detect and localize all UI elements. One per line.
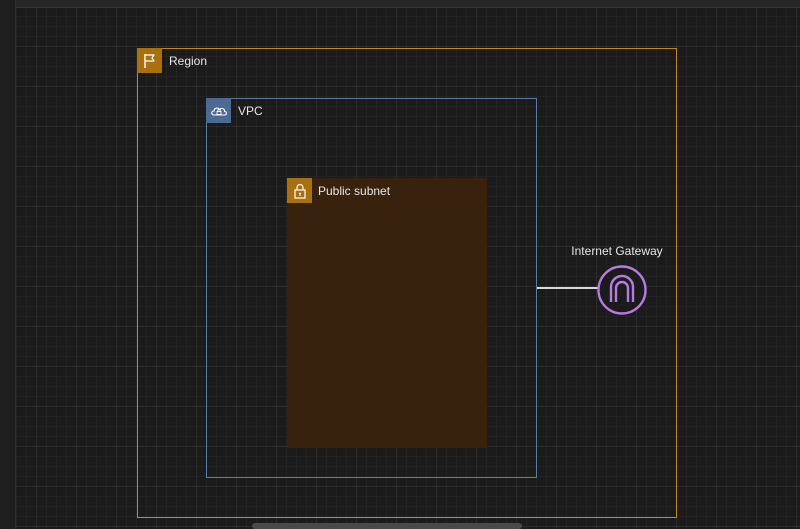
- flag-icon: [137, 48, 162, 73]
- left-ruler: [0, 0, 16, 529]
- internet-gateway-label: Internet Gateway: [571, 244, 663, 258]
- internet-gateway-icon[interactable]: [596, 264, 648, 316]
- padlock-icon: [287, 178, 312, 203]
- top-toolbar: [0, 0, 800, 8]
- vpc-gateway-connector[interactable]: [537, 287, 599, 289]
- region-label: Region: [169, 54, 208, 68]
- subnet-label: Public subnet: [318, 184, 391, 198]
- vpc-label: VPC: [238, 104, 263, 118]
- public-subnet-group[interactable]: Public subnet: [287, 178, 487, 448]
- horizontal-scrollbar[interactable]: [252, 523, 522, 529]
- cloud-lock-icon: [206, 98, 231, 123]
